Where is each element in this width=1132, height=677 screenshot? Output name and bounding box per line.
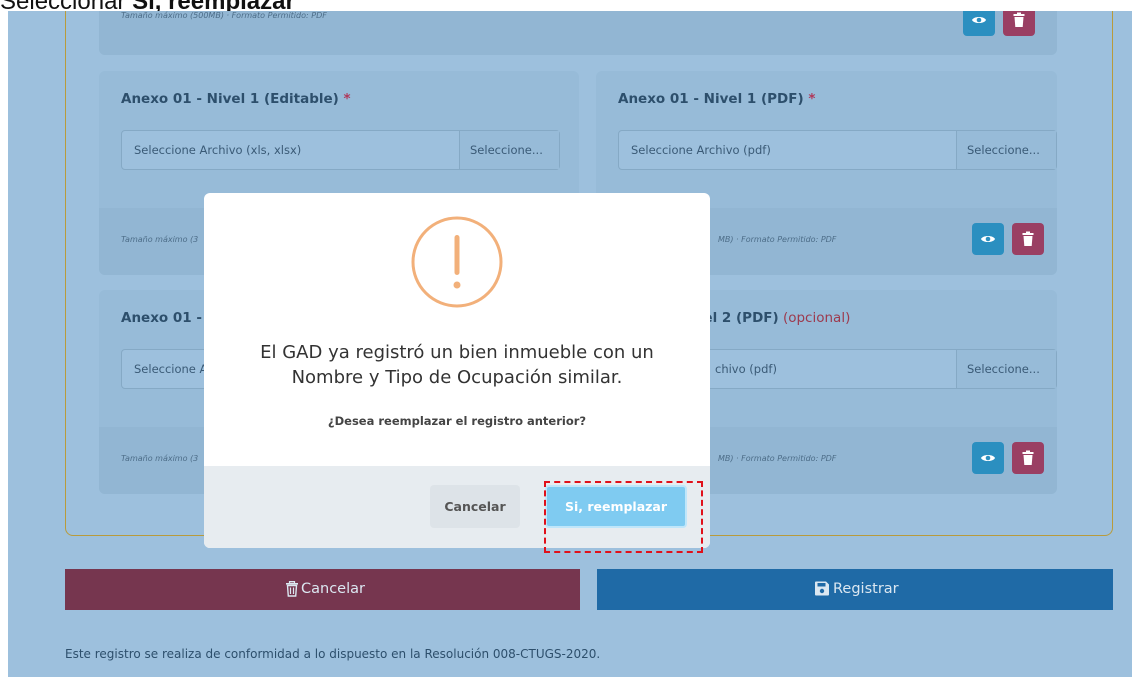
dialog-cancel-button[interactable]: Cancelar: [430, 485, 520, 528]
dialog-title-line: El GAD ya registró un bien inmueble con …: [260, 342, 654, 363]
dialog-question: ¿Desea reemplazar el registro anterior?: [327, 414, 587, 428]
app-background: Tamaño máximo (500MB) · Formato Permitid…: [8, 11, 1132, 677]
warning-icon: [411, 216, 503, 308]
dialog-title-line: Nombre y Tipo de Ocupación similar.: [291, 367, 623, 388]
dialog-title: El GAD ya registró un bien inmueble con …: [204, 340, 710, 390]
highlight-box: [544, 481, 703, 553]
